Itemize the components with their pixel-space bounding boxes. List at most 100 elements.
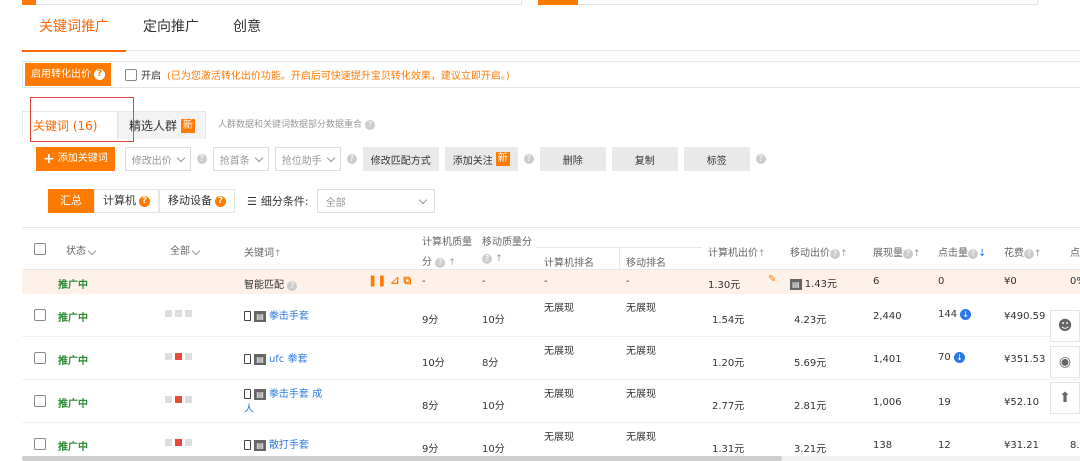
modify-bid-dropdown[interactable]: 修改出价 <box>124 147 191 171</box>
main-tabs: 关键词推广 定向推广 创意 <box>22 14 1080 52</box>
rank-helper-dropdown[interactable]: 抢位助手 <box>274 147 341 171</box>
checkbox-icon[interactable] <box>125 68 137 81</box>
all-filter[interactable]: 全部 <box>170 242 201 257</box>
help-icon: ? <box>435 258 446 268</box>
keyword-link-continued[interactable]: 人 <box>244 404 254 415</box>
keyword-toolbar: + 添加关键词 修改出价 ? 抢首条 抢位助手 ? 修改匹配方式 添加关注 新 … <box>36 146 766 172</box>
tag-button[interactable]: 标签 <box>683 147 750 171</box>
square-icon <box>185 396 192 403</box>
add-follow-label: 添加关注 <box>452 155 493 167</box>
pc-quality-header[interactable]: 计算机质量 <box>422 233 472 248</box>
row-checkbox[interactable] <box>34 352 46 364</box>
pc-quality: 9分 <box>422 444 439 455</box>
filter-computer-label: 计算机 <box>103 194 136 207</box>
pc-badge-icon: ▤ <box>254 388 266 400</box>
pc-bid: 1.54元 <box>712 315 745 326</box>
sub-tabs: 关键词 (16) 精选人群 新 人群数据和关键词数据部分数据重合 ? <box>22 111 1080 139</box>
tab-creative[interactable]: 创意 <box>216 14 278 51</box>
quality-squares <box>165 438 195 449</box>
cost: ¥31.21 <box>1004 440 1039 451</box>
impressions-header[interactable]: 展现量? ↑ <box>873 244 921 259</box>
help-icon: ? <box>215 195 226 207</box>
mobile-device-icon <box>244 389 251 399</box>
enable-conversion-bid-button[interactable]: 启用转化出价 ? <box>25 63 111 86</box>
help-icon: ? <box>365 120 376 130</box>
mobile-quality: 10分 <box>482 315 505 326</box>
square-icon <box>165 396 172 403</box>
chevron-down-icon <box>176 153 185 162</box>
cost: ¥351.53 <box>1004 354 1046 365</box>
impressions: 6 <box>873 276 880 287</box>
pc-bid: 1.30元 <box>708 280 741 291</box>
smart-match-actions[interactable]: ❚❚ ⊿ ⧉ <box>368 274 411 288</box>
keyword-cell: ▤ 散打手套 <box>244 436 309 451</box>
mobile-bid: 3.21元 <box>794 444 827 455</box>
mobile-bid-header[interactable]: 移动出价? ↑ <box>790 244 848 259</box>
feedback-icon[interactable]: ◉ <box>1050 346 1080 378</box>
delete-button[interactable]: 删除 <box>539 147 606 171</box>
filter-mobile[interactable]: 移动设备 ? <box>159 189 235 213</box>
chevron-down-icon <box>326 153 335 162</box>
status-text: 推广中 <box>58 313 88 324</box>
pc-bid-header[interactable]: 计算机出价↑ <box>708 244 766 259</box>
mobile-rank: 无展现 <box>626 389 656 400</box>
add-keyword-button[interactable]: + 添加关键词 <box>36 147 115 171</box>
row-checkbox[interactable] <box>34 395 46 407</box>
status-text: 推广中 <box>58 356 88 367</box>
pc-quality: - <box>422 276 426 287</box>
tab-keyword-promotion[interactable]: 关键词推广 <box>22 14 126 52</box>
mobile-quality-header[interactable]: 移动质量分 <box>482 233 532 248</box>
keyword-link[interactable]: 拳击手套 <box>269 311 309 322</box>
chevron-down-icon <box>191 246 201 256</box>
pause-icon[interactable]: ❚❚ <box>368 274 386 287</box>
row-checkbox[interactable] <box>34 438 46 450</box>
customer-service-icon[interactable]: ☻ <box>1050 310 1080 342</box>
device-badge-icon: ▤ <box>790 278 802 290</box>
pc-quality: 8分 <box>422 401 439 412</box>
table-header: 状态 全部 关键词↑ 计算机质量 分 ? ↑ 移动质量分 ? ↑ 计算机排名 移… <box>22 227 1080 270</box>
keyword-cell: ▤ 拳击手套 成人 <box>244 385 322 415</box>
keyword-link[interactable]: ufc 拳套 <box>269 354 308 365</box>
keyword-header[interactable]: 关键词↑ <box>244 244 282 259</box>
copy-button[interactable]: 复制 <box>611 147 678 171</box>
modify-match-button[interactable]: 修改匹配方式 <box>362 147 439 171</box>
mobile-bid: 2.81元 <box>794 401 827 412</box>
download-icon[interactable]: ↓ <box>960 309 972 320</box>
copy-icon[interactable]: ⧉ <box>403 274 411 287</box>
sort-icon: ↑ <box>913 249 921 259</box>
keyword-header-label: 关键词 <box>244 248 274 259</box>
pc-quality-header-2-label: 分 <box>422 257 432 268</box>
ctr-header[interactable]: 点 <box>1070 244 1080 259</box>
keyword-link[interactable]: 散打手套 <box>269 440 309 451</box>
help-icon: ? <box>755 154 766 164</box>
tab-targeted-promotion[interactable]: 定向推广 <box>126 14 216 51</box>
horizontal-scrollbar[interactable] <box>22 456 782 461</box>
filter-computer[interactable]: 计算机 ? <box>94 189 159 213</box>
pc-rank: 无展现 <box>544 432 574 443</box>
clicks-header[interactable]: 点击量? ↓ <box>938 244 986 259</box>
grab-top-dropdown[interactable]: 抢首条 <box>212 147 269 171</box>
add-keyword-label: 添加关键词 <box>57 153 108 164</box>
edit-pencil-icon[interactable]: ✎ <box>768 274 776 285</box>
keyword-link[interactable]: 拳击手套 成 <box>269 389 322 400</box>
subdivide-select[interactable]: 全部 <box>316 189 435 213</box>
row-checkbox[interactable] <box>34 309 46 321</box>
keyword-cell: ▤ ufc 拳套 <box>244 350 307 365</box>
back-to-top-icon[interactable]: ⬆ <box>1050 382 1080 414</box>
clicks: 0 <box>938 276 945 287</box>
help-icon: ? <box>94 69 105 80</box>
add-follow-button[interactable]: 添加关注 新 <box>444 147 518 171</box>
filter-summary[interactable]: 汇总 <box>48 189 94 213</box>
top-panel-right-accent <box>538 0 578 5</box>
mobile-rank: 无展现 <box>626 303 656 314</box>
ctr: 0% <box>1070 276 1080 287</box>
conversion-enable-checkbox[interactable]: 开启 (已为您激活转化出价功能。开启后可快速提升宝贝转化效果，建议立即开启。) <box>125 67 510 82</box>
impressions: 1,401 <box>873 354 902 365</box>
select-all-checkbox[interactable] <box>34 243 46 255</box>
cost-header[interactable]: 花费? ↑ <box>1004 244 1042 259</box>
status-filter[interactable]: 状态 <box>66 242 97 257</box>
square-icon <box>165 310 172 317</box>
download-icon[interactable]: ↓ <box>953 352 965 363</box>
trend-chart-icon[interactable]: ⊿ <box>390 274 399 287</box>
ctr: 8. <box>1070 440 1080 451</box>
